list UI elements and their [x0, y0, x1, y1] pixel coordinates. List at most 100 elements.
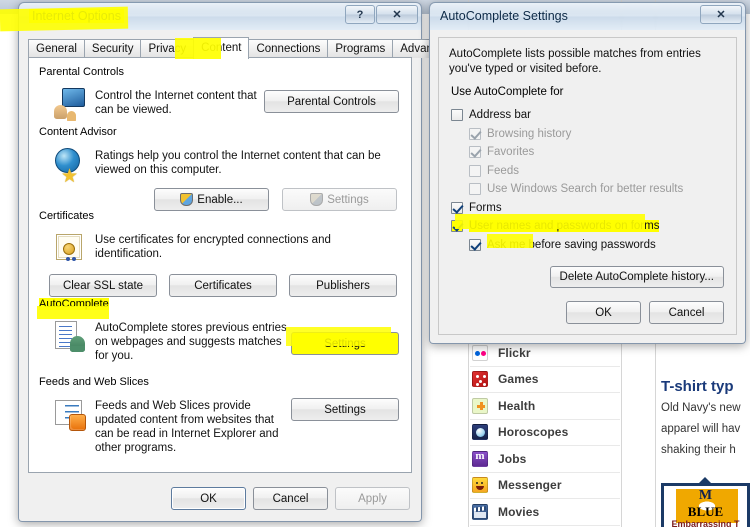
feeds-checkbox [469, 164, 481, 177]
article-line-1: Old Navy's new [661, 402, 741, 414]
autocomplete-description: AutoComplete stores previous entries on … [95, 322, 287, 362]
article-line-3: shaking their h [661, 444, 736, 456]
checkbox-row-ask-me-before-saving[interactable]: Ask me before saving passwords [469, 236, 724, 255]
list-item[interactable]: Horoscopes [470, 420, 620, 446]
checkbox-row-windows-search: Use Windows Search for better results [469, 180, 724, 199]
autocomplete-settings-titlebar[interactable]: AutoComplete Settings ✕ [429, 2, 746, 30]
clear-ssl-state-button[interactable]: Clear SSL state [49, 274, 157, 297]
autocomplete-settings-body: AutoComplete lists possible matches from… [429, 30, 746, 344]
cancel-button[interactable]: Cancel [253, 487, 328, 510]
list-item[interactable]: Jobs [470, 446, 620, 473]
checkbox-row-usernames-passwords[interactable]: User names and passwords on forms [451, 217, 724, 236]
internet-options-titlebar[interactable]: Internet Options ? ✕ [18, 2, 422, 30]
apply-button: Apply [335, 487, 410, 510]
health-cross-icon [472, 397, 488, 414]
ad-caption: Embarrassing T [671, 519, 740, 527]
delete-autocomplete-history-button[interactable]: Delete AutoComplete history... [549, 266, 724, 288]
feeds-settings-button[interactable]: Settings [291, 398, 399, 421]
article-line-2: apparel will hav [661, 423, 741, 435]
autocomplete-settings-button[interactable]: Settings [291, 332, 399, 355]
autocomplete-settings-footer: OK Cancel [566, 301, 724, 324]
content-advisor-settings-label: Settings [327, 193, 369, 206]
tab-general[interactable]: General [28, 39, 85, 58]
usernames-passwords-checkbox[interactable] [451, 220, 463, 233]
group-certificates: Certificates Use certificates for encryp… [39, 210, 399, 297]
internet-options-body: General Security Privacy Content Connect… [18, 30, 460, 522]
content-tab-pane: Parental Controls Control the Internet c… [28, 57, 412, 473]
internet-options-window: Internet Options ? ✕ General Security Pr… [18, 2, 460, 522]
group-heading-certificates: Certificates [39, 210, 95, 222]
group-heading-parental-controls: Parental Controls [39, 66, 124, 78]
ok-button[interactable]: OK [566, 301, 641, 324]
ad-word: BLUE [687, 504, 724, 519]
tab-security[interactable]: Security [83, 39, 142, 58]
checkbox-row-forms[interactable]: Forms [451, 199, 724, 218]
browsing-history-label: Browsing history [487, 127, 572, 140]
movies-clapper-icon [472, 503, 488, 520]
certificates-button[interactable]: Certificates [169, 274, 277, 297]
messenger-smiley-icon [472, 477, 488, 494]
list-item-label: Movies [498, 504, 540, 519]
flickr-icon [472, 344, 488, 361]
help-button[interactable]: ? [345, 5, 375, 24]
content-advisor-enable-button[interactable]: Enable... [154, 188, 269, 211]
checkbox-row-browsing-history: Browsing history [469, 125, 724, 144]
tab-programs[interactable]: Programs [327, 39, 394, 58]
publishers-button[interactable]: Publishers [289, 274, 397, 297]
checkbox-row-feeds: Feeds [469, 162, 724, 181]
list-item[interactable]: Health [470, 393, 620, 420]
browsing-history-checkbox [469, 127, 481, 140]
content-advisor-enable-label: Enable... [197, 193, 243, 206]
autocomplete-settings-title: AutoComplete Settings [440, 9, 568, 23]
tab-connections[interactable]: Connections [248, 39, 329, 58]
ad-thumbnail[interactable]: M BLUE Embarrassing T [661, 483, 750, 527]
autocomplete-icon [53, 320, 85, 352]
list-item-label: Horoscopes [498, 425, 569, 440]
list-item-label: Flickr [498, 345, 531, 360]
certificates-description: Use certificates for encrypted connectio… [95, 234, 331, 260]
close-icon[interactable]: ✕ [376, 5, 418, 24]
parental-controls-button[interactable]: Parental Controls [264, 90, 399, 113]
favorites-label: Favorites [487, 146, 535, 159]
internet-options-tabstrip: General Security Privacy Content Connect… [28, 37, 460, 59]
group-heading-content-advisor: Content Advisor [39, 126, 117, 138]
horoscopes-crystalball-icon [472, 424, 488, 441]
article-teaser[interactable]: T-shirt typ Old Navy's new apparel will … [661, 378, 750, 458]
internet-options-footer: OK Cancel Apply [171, 487, 410, 510]
jobs-monster-icon [472, 450, 488, 467]
close-icon[interactable]: ✕ [700, 5, 742, 24]
screen: Flickr Games Health Horoscopes Jobs Mess… [0, 0, 750, 527]
list-item[interactable]: Messenger [470, 473, 620, 499]
group-heading-feeds-web-slices: Feeds and Web Slices [39, 376, 149, 388]
article-headline: T-shirt typ [661, 378, 734, 395]
autocomplete-settings-panel: AutoComplete lists possible matches from… [438, 37, 737, 335]
list-item[interactable]: Movies [470, 499, 620, 526]
list-item-label: Messenger [498, 478, 562, 493]
portal-nav-list: Flickr Games Health Horoscopes Jobs Mess… [470, 340, 620, 526]
autocomplete-settings-window: AutoComplete Settings ✕ AutoComplete lis… [429, 2, 746, 344]
group-heading-use-autocomplete-for: Use AutoComplete for [451, 86, 564, 98]
group-autocomplete: AutoComplete AutoComplete stores previou… [39, 298, 399, 363]
feeds-label: Feeds [487, 164, 519, 177]
autocomplete-settings-window-buttons: ✕ [700, 5, 742, 24]
ad-monogram: M [698, 488, 713, 503]
address-bar-checkbox[interactable] [451, 109, 463, 122]
group-parental-controls: Parental Controls Control the Internet c… [39, 66, 399, 120]
parental-controls-icon [53, 88, 85, 120]
cancel-button[interactable]: Cancel [649, 301, 724, 324]
tab-privacy[interactable]: Privacy [140, 39, 195, 58]
group-heading-autocomplete: AutoComplete [39, 298, 109, 310]
content-advisor-description: Ratings help you control the Internet co… [95, 150, 381, 176]
group-feeds-web-slices: Feeds and Web Slices Feeds and Web Slice… [39, 376, 399, 455]
feeds-description: Feeds and Web Slices provide updated con… [95, 400, 279, 454]
ok-button[interactable]: OK [171, 487, 246, 510]
favorites-checkbox [469, 146, 481, 159]
tab-content[interactable]: Content [193, 37, 250, 59]
forms-checkbox[interactable] [451, 201, 463, 214]
forms-label: Forms [469, 201, 502, 214]
checkbox-row-address-bar[interactable]: Address bar [451, 106, 724, 125]
autocomplete-intro-text: AutoComplete lists possible matches from… [449, 48, 701, 75]
ask-me-before-saving-checkbox[interactable] [469, 238, 481, 251]
address-bar-label: Address bar [469, 109, 532, 122]
list-item[interactable]: Games [470, 367, 620, 393]
